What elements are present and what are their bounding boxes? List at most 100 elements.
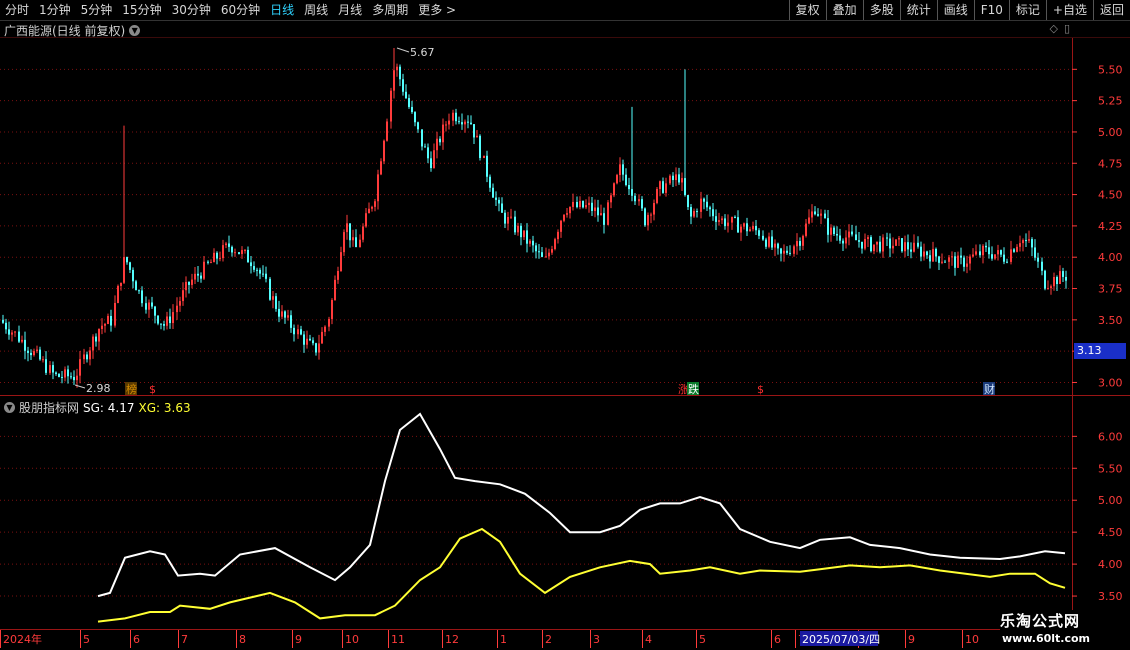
candle-body: [141, 290, 143, 304]
candle-body: [917, 242, 919, 247]
candle-body: [830, 227, 832, 235]
price-tick-label: 4.75: [1098, 157, 1123, 170]
candle-body: [213, 252, 215, 263]
candle-body: [944, 261, 946, 263]
candle-body: [476, 135, 478, 138]
candle-body: [758, 230, 760, 236]
date-tick-label: 4: [645, 633, 652, 646]
candle-body: [86, 354, 88, 360]
candle-body: [715, 216, 717, 222]
candle-body: [5, 322, 7, 330]
candle-body: [901, 238, 903, 252]
candle-body: [796, 241, 798, 247]
candle-body: [421, 129, 423, 147]
candle-body: [1041, 261, 1043, 271]
candle-body: [690, 207, 692, 217]
candle-body: [842, 240, 844, 244]
candle-body: [913, 242, 915, 252]
candle-body: [545, 256, 547, 258]
candle-body: [430, 158, 432, 169]
date-tick-label: 9: [295, 633, 302, 646]
candle-body: [507, 216, 509, 224]
candle-body: [1050, 286, 1052, 289]
candle-body: [222, 245, 224, 259]
candle-body: [532, 240, 534, 246]
candle-body: [427, 147, 429, 159]
candle-body: [693, 211, 695, 217]
candle-body: [408, 98, 410, 107]
candle-body: [569, 206, 571, 214]
candle-body: [219, 258, 221, 260]
candle-body: [600, 213, 602, 216]
candle-body: [331, 300, 333, 319]
candle-body: [706, 201, 708, 208]
candle-body: [960, 255, 962, 258]
candle-body: [923, 251, 925, 257]
candle-body: [163, 324, 165, 326]
candle-body: [820, 213, 822, 216]
candle-body: [721, 218, 723, 221]
candle-body: [293, 327, 295, 335]
candle-body: [591, 202, 593, 211]
candle-body: [390, 90, 392, 122]
candle-body: [486, 155, 488, 177]
candle-body: [172, 312, 174, 324]
candle-body: [188, 281, 190, 285]
candle-body: [145, 303, 147, 310]
candle-body: [755, 225, 757, 231]
candle-body: [39, 349, 41, 360]
candle-body: [483, 155, 485, 158]
candle-body: [892, 245, 894, 249]
date-tick-label: 6: [774, 633, 781, 646]
candle-body: [355, 237, 357, 248]
candle-body: [746, 223, 748, 232]
candle-body: [433, 150, 435, 169]
candle-body: [514, 216, 516, 233]
date-tick-label: 11: [391, 633, 405, 646]
candle-body: [548, 252, 550, 257]
candle-body: [265, 273, 267, 279]
candle-body: [452, 112, 454, 121]
candle-body: [18, 331, 20, 342]
candle-body: [889, 238, 891, 249]
candle-body: [396, 66, 398, 71]
date-tick-label: 3: [593, 633, 600, 646]
date-tick-label: 8: [239, 633, 246, 646]
price-tick-label: 5.25: [1098, 95, 1123, 108]
candle-body: [439, 138, 441, 143]
candle-body: [780, 248, 782, 254]
candle-body: [207, 261, 209, 263]
candle-body: [805, 223, 807, 236]
candle-body: [138, 290, 140, 292]
candle-body: [114, 302, 116, 326]
chart-canvas[interactable]: 5.505.255.004.754.504.254.003.753.503.25…: [0, 0, 1130, 650]
candle-body: [1013, 249, 1015, 252]
candle-body: [349, 223, 351, 241]
date-tick-label: 10: [345, 633, 359, 646]
candle-body: [368, 208, 370, 214]
candle-body: [975, 251, 977, 255]
candle-body: [1022, 240, 1024, 244]
candle-body: [768, 236, 770, 247]
candle-body: [448, 120, 450, 125]
candle-body: [669, 175, 671, 184]
candle-body: [30, 352, 32, 356]
candle-body: [551, 249, 553, 253]
candle-body: [501, 203, 503, 213]
candle-body: [458, 121, 460, 123]
price-tick-label: 5.50: [1098, 63, 1123, 76]
candle-body: [898, 238, 900, 240]
candle-body: [1062, 271, 1064, 277]
candle-body: [712, 209, 714, 217]
candle-body: [436, 138, 438, 151]
candle-body: [371, 206, 373, 209]
candle-body: [362, 226, 364, 240]
candle-body: [557, 231, 559, 240]
candle-body: [895, 239, 897, 246]
date-tick-label: 2: [545, 633, 552, 646]
candle-body: [1031, 239, 1033, 248]
price-tick-label: 3.00: [1098, 376, 1123, 389]
candle-body: [244, 249, 246, 251]
candle-body: [873, 244, 875, 252]
candle-body: [709, 207, 711, 210]
